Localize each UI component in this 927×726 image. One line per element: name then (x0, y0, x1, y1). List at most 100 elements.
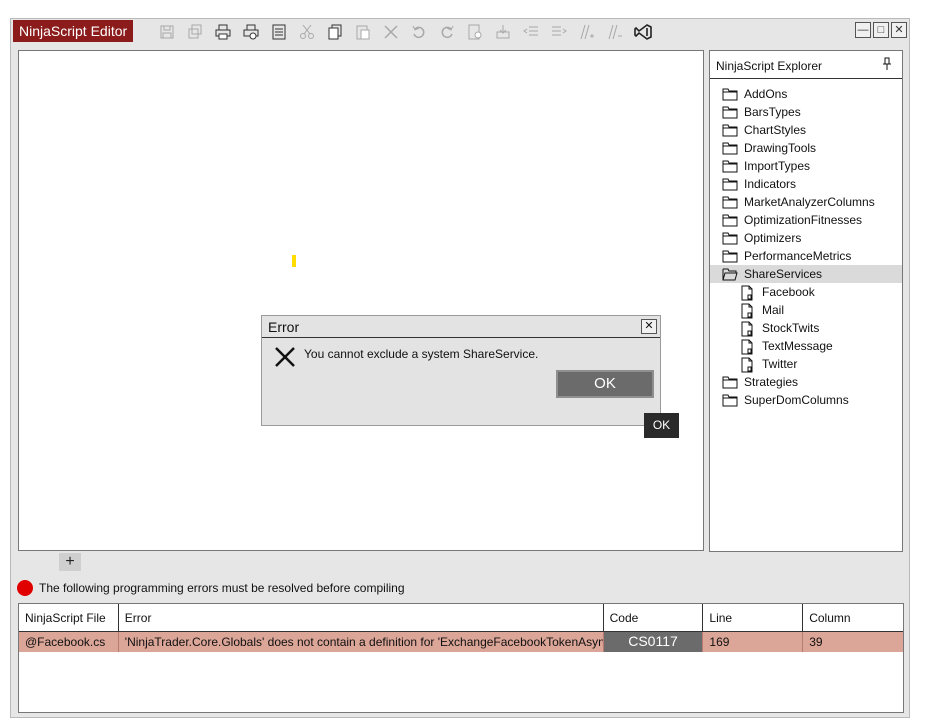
tree-item-label: SuperDomColumns (744, 393, 849, 407)
print-icon[interactable] (209, 22, 237, 42)
tree-item-facebook[interactable]: Facebook (710, 283, 902, 301)
folder-icon (722, 159, 738, 173)
tree-item-label: OptimizationFitnesses (744, 213, 863, 227)
table-row[interactable]: @Facebook.cs 'NinjaTrader.Core.Globals' … (19, 632, 903, 652)
undo-icon[interactable] (405, 22, 433, 42)
folder-icon (722, 213, 738, 227)
tree-item-label: StockTwits (762, 321, 820, 335)
maximize-icon[interactable]: □ (873, 22, 889, 38)
tree-item-barstypes[interactable]: BarsTypes (710, 103, 902, 121)
ok-tooltip: OK (644, 413, 679, 438)
error-x-icon (274, 346, 296, 371)
import-icon[interactable] (489, 22, 517, 42)
uncomment-icon[interactable] (601, 22, 629, 42)
status-text: The following programming errors must be… (39, 581, 405, 595)
tree-item-label: ShareServices (744, 267, 823, 281)
properties-icon[interactable] (265, 22, 293, 42)
tree-item-indicators[interactable]: Indicators (710, 175, 902, 193)
file-icon (740, 339, 756, 355)
outdent-icon[interactable] (517, 22, 545, 42)
column-header-line[interactable]: Line (703, 604, 804, 631)
tree-item-label: PerformanceMetrics (744, 249, 852, 263)
save-icon[interactable] (153, 22, 181, 42)
tree-item-strategies[interactable]: Strategies (710, 373, 902, 391)
tree-item-label: ChartStyles (744, 123, 807, 137)
print-preview-icon[interactable] (237, 22, 265, 42)
folder-icon (722, 105, 738, 119)
delete-icon[interactable] (377, 22, 405, 42)
tree-item-twitter[interactable]: Twitter (710, 355, 902, 373)
tree-item-label: Strategies (744, 375, 799, 389)
ninjascript-explorer: NinjaScript Explorer AddOns BarsTypes Char… (709, 50, 903, 552)
folder-icon (722, 375, 738, 389)
pin-icon[interactable] (882, 57, 892, 74)
tree-item-label: Twitter (762, 357, 798, 371)
comment-icon[interactable] (573, 22, 601, 42)
visual-studio-icon[interactable] (629, 22, 657, 42)
tree-item-label: MarketAnalyzerColumns (744, 195, 875, 209)
column-header-file[interactable]: NinjaScript File (19, 604, 119, 631)
paste-icon[interactable] (349, 22, 377, 42)
error-dialog: Error ✕ You cannot exclude a system Shar… (261, 315, 661, 426)
cut-icon[interactable] (293, 22, 321, 42)
tree-item-mail[interactable]: Mail (710, 301, 902, 319)
tree-item-stocktwits[interactable]: StockTwits (710, 319, 902, 337)
code-editor[interactable] (18, 50, 704, 551)
column-header-code[interactable]: Code (604, 604, 704, 631)
tree-item-addons[interactable]: AddOns (710, 85, 902, 103)
file-icon (740, 285, 756, 301)
tree-item-label: Indicators (744, 177, 797, 191)
indent-icon[interactable] (545, 22, 573, 42)
tree-item-label: Facebook (762, 285, 815, 299)
tree-item-chartstyles[interactable]: ChartStyles (710, 121, 902, 139)
minimize-icon[interactable]: — (855, 22, 871, 38)
tree-item-label: AddOns (744, 87, 788, 101)
tree-item-shareservices[interactable]: ShareServices (710, 265, 902, 283)
folder-icon (722, 123, 738, 137)
tree-item-marketanalyzercolumns[interactable]: MarketAnalyzerColumns (710, 193, 902, 211)
errors-header-row: NinjaScript File Error Code Line Column (19, 604, 903, 632)
tree-item-importtypes[interactable]: ImportTypes (710, 157, 902, 175)
add-tab-button[interactable]: + (59, 553, 81, 571)
tree-item-optimizationfitnesses[interactable]: OptimizationFitnesses (710, 211, 902, 229)
window-controls: — □ ✕ (855, 22, 907, 38)
copy-icon[interactable] (321, 22, 349, 42)
close-icon[interactable]: ✕ (891, 22, 907, 38)
ninjascript-editor-window: NinjaScript Editor — □ ✕ NinjaScript Exp… (10, 18, 910, 718)
ok-button[interactable]: OK (556, 370, 654, 398)
dialog-title-bar: Error ✕ (262, 316, 660, 338)
app-title: NinjaScript Editor (13, 20, 134, 42)
text-caret (292, 255, 296, 267)
explorer-header: NinjaScript Explorer (710, 51, 902, 79)
redo-icon[interactable] (433, 22, 461, 42)
error-dot-icon (17, 580, 33, 596)
dialog-close-icon[interactable]: ✕ (641, 319, 657, 334)
tree-item-drawingtools[interactable]: DrawingTools (710, 139, 902, 157)
error-message-cell: 'NinjaTrader.Core.Globals' does not cont… (119, 632, 604, 652)
folder-icon (722, 177, 738, 191)
tree-item-performancemetrics[interactable]: PerformanceMetrics (710, 247, 902, 265)
folder-icon (722, 195, 738, 209)
compile-icon[interactable] (461, 22, 489, 42)
tree-item-label: TextMessage (762, 339, 833, 353)
file-icon (740, 303, 756, 319)
folder-open-icon (722, 267, 738, 281)
tree-item-superdomcolumns[interactable]: SuperDomColumns (710, 391, 902, 409)
column-header-error[interactable]: Error (119, 604, 604, 631)
title-bar: NinjaScript Editor — □ ✕ (11, 19, 909, 43)
save-all-icon[interactable] (181, 22, 209, 42)
folder-icon (722, 87, 738, 101)
file-icon (740, 357, 756, 373)
file-icon (740, 321, 756, 337)
column-header-column[interactable]: Column (803, 604, 903, 631)
tree-item-textmessage[interactable]: TextMessage (710, 337, 902, 355)
folder-icon (722, 231, 738, 245)
toolbar (153, 22, 657, 42)
tree-item-label: Mail (762, 303, 785, 317)
folder-icon (722, 141, 738, 155)
errors-grid: NinjaScript File Error Code Line Column … (18, 603, 904, 713)
tree-item-label: DrawingTools (744, 141, 817, 155)
error-code-cell[interactable]: CS0117 (603, 632, 704, 652)
tree-item-label: ImportTypes (744, 159, 811, 173)
tree-item-optimizers[interactable]: Optimizers (710, 229, 902, 247)
